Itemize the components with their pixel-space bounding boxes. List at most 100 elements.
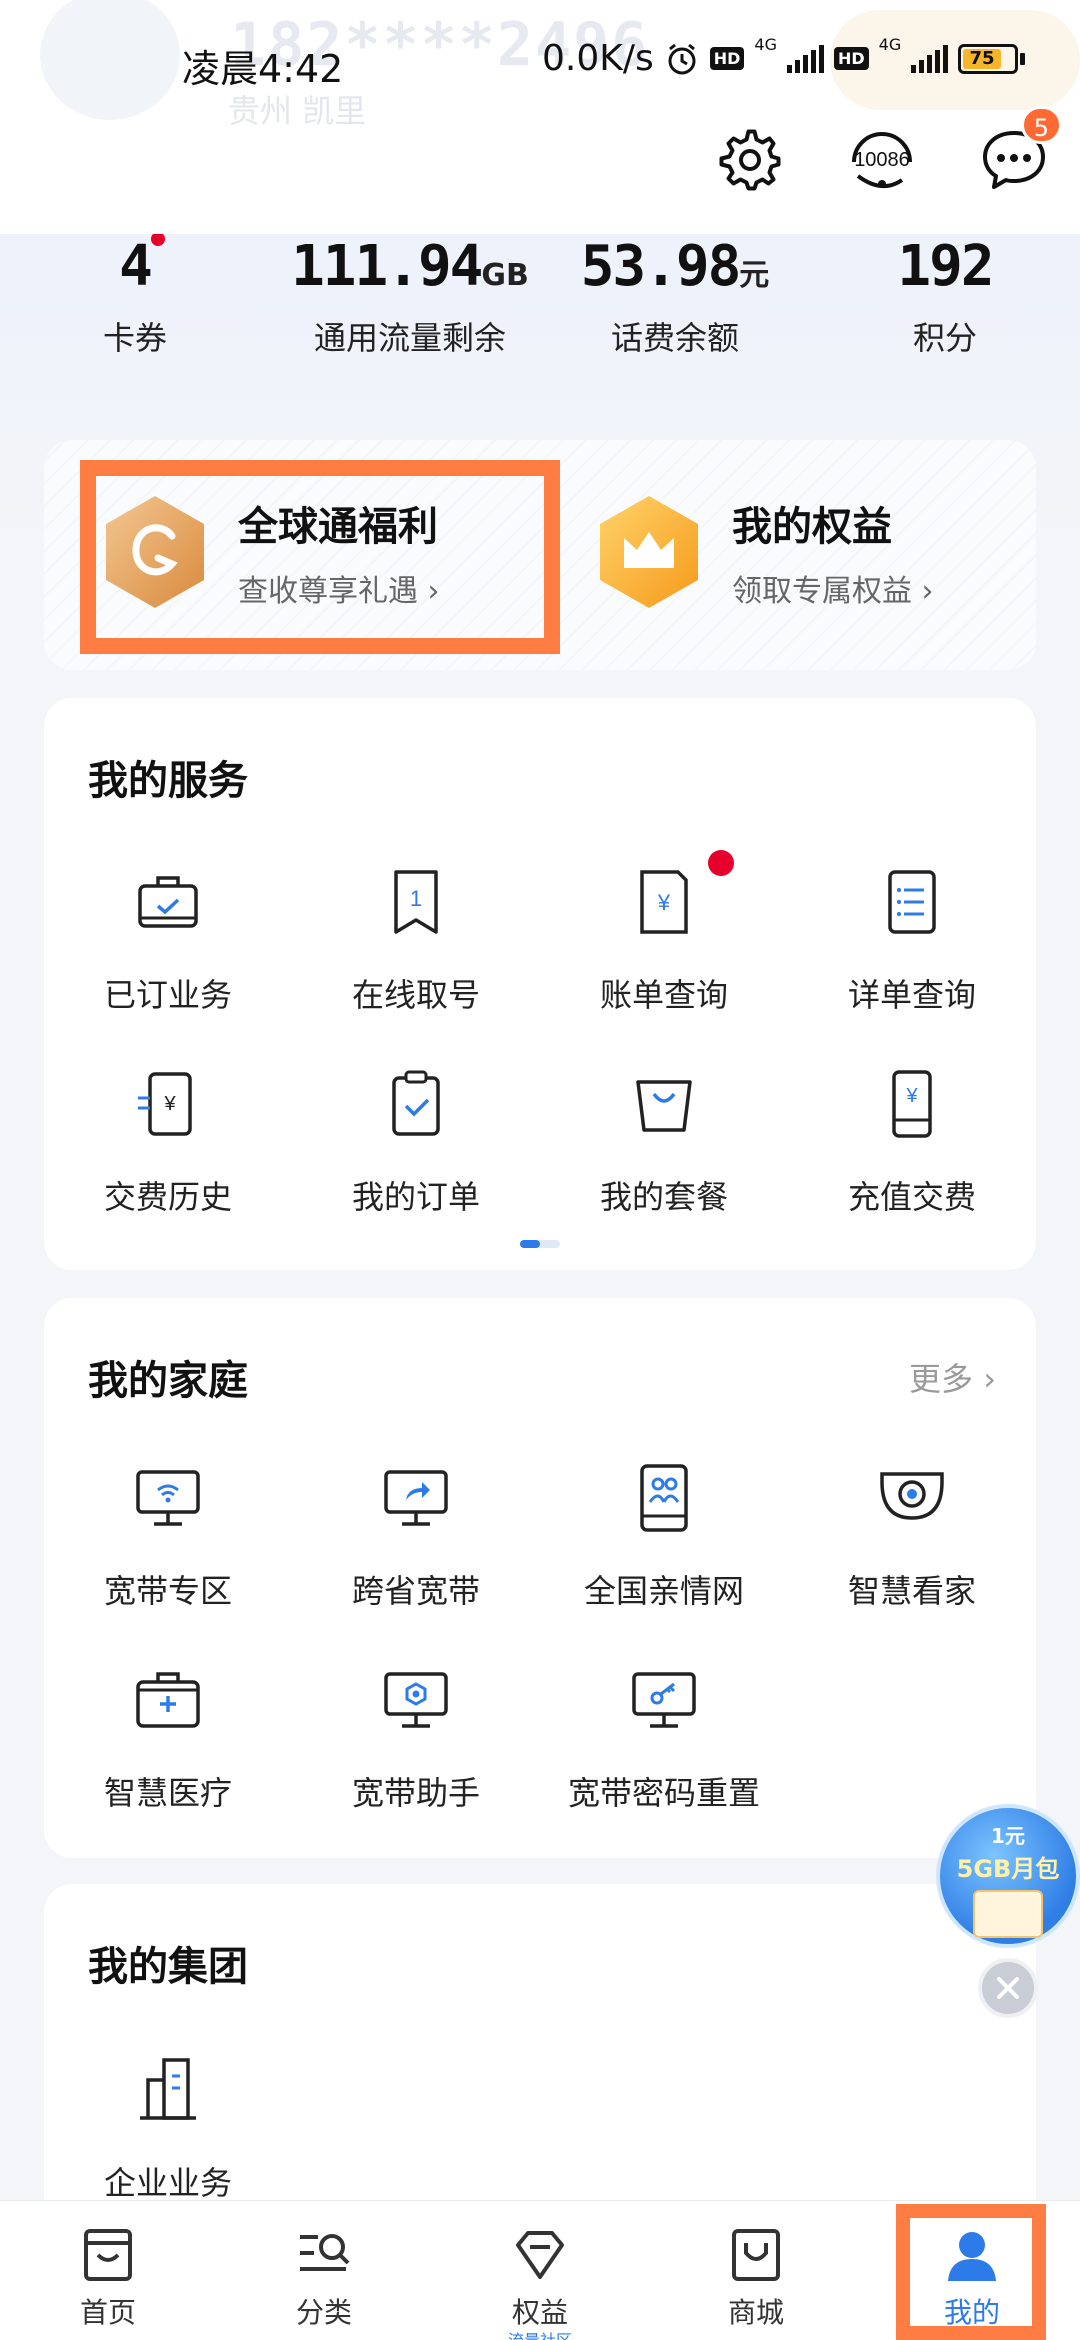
family-label: 全国亲情网 bbox=[583, 1572, 744, 1610]
status-time: 凌晨4:42 bbox=[182, 47, 344, 91]
notification-dot bbox=[150, 232, 165, 246]
family-label: 智慧看家 bbox=[847, 1572, 976, 1610]
family-item-password-reset[interactable]: 宽带密码重置 bbox=[540, 1660, 788, 1814]
key-monitor-icon bbox=[632, 1672, 696, 1728]
service-item-queue-number[interactable]: 1 在线取号 bbox=[292, 862, 540, 1016]
svg-text:1: 1 bbox=[410, 886, 422, 911]
camera-icon bbox=[880, 1472, 944, 1520]
shopping-bag-tab-icon bbox=[732, 2229, 780, 2281]
header-actions: 10086 5 bbox=[712, 106, 1062, 198]
page-indicator bbox=[520, 1240, 560, 1248]
group-item-enterprise[interactable]: 企业业务 bbox=[44, 2050, 292, 2204]
status-indicators: 0.0K/s HD 4G HD 4G 75 bbox=[542, 35, 1026, 79]
customer-service-button[interactable]: 10086 bbox=[844, 122, 920, 198]
stat-label: 积分 bbox=[912, 319, 977, 357]
promo-close-button[interactable] bbox=[978, 1958, 1038, 2018]
ticket-number-icon: 1 bbox=[394, 870, 438, 934]
medical-kit-icon bbox=[136, 1672, 200, 1728]
status-bar: 凌晨4:42 0.0K/s HD 4G HD 4G 75 bbox=[0, 20, 1080, 100]
family-item-medical[interactable]: 智慧医疗 bbox=[44, 1660, 292, 1814]
clipboard-check-icon bbox=[392, 1070, 440, 1136]
alarm-icon bbox=[668, 43, 696, 74]
signal-icon-2 bbox=[911, 44, 949, 73]
family-item-cross-province[interactable]: 跨省宽带 bbox=[292, 1458, 540, 1612]
home-store-icon bbox=[84, 2229, 132, 2281]
battery-icon: 75 bbox=[958, 43, 1026, 74]
messages-button[interactable]: 5 bbox=[976, 106, 1062, 198]
stat-value: 111.94 bbox=[291, 234, 483, 299]
stat-coupons[interactable]: 4 卡券 bbox=[60, 232, 210, 359]
gear-icon bbox=[719, 129, 781, 191]
tab-mall[interactable]: 商城 bbox=[648, 2201, 864, 2340]
services-card: 我的服务 已订业务 1 在线取号 ¥ 账单查询 详单查询 ¥ 交费历史 我的订单… bbox=[44, 698, 1036, 1270]
group-card: 我的集团 企业业务 bbox=[44, 1884, 1036, 2224]
family-card: 我的家庭 更多 › 宽带专区 跨省宽带 全国亲情网 智慧看家 智慧医疗 宽带助手… bbox=[44, 1298, 1036, 1858]
gift-box-icon bbox=[973, 1890, 1043, 1938]
tab-label: 商城 bbox=[727, 2296, 784, 2329]
service-item-my-plan[interactable]: 我的套餐 bbox=[540, 1064, 788, 1218]
category-search-icon bbox=[300, 2234, 350, 2271]
family-item-smart-home[interactable]: 智慧看家 bbox=[788, 1458, 1036, 1612]
benefit-subtitle: 领取专属权益 › bbox=[732, 574, 934, 609]
payment-history-icon: ¥ bbox=[138, 1072, 192, 1136]
stat-unit: GB bbox=[481, 258, 529, 293]
stat-value: 192 bbox=[897, 234, 994, 299]
service-item-my-orders[interactable]: 我的订单 bbox=[292, 1064, 540, 1218]
family-item-broadband[interactable]: 宽带专区 bbox=[44, 1458, 292, 1612]
tab-rights[interactable]: 权益 流量社区 bbox=[432, 2201, 648, 2340]
service-item-payment-history[interactable]: ¥ 交费历史 bbox=[44, 1064, 292, 1218]
family-more-link[interactable]: 更多 › bbox=[909, 1354, 996, 1400]
svg-text:¥: ¥ bbox=[657, 890, 671, 915]
family-item-broadband-assistant[interactable]: 宽带助手 bbox=[292, 1660, 540, 1814]
diamond-icon bbox=[516, 2231, 564, 2279]
stat-points[interactable]: 192 积分 bbox=[860, 234, 1030, 359]
highlight-box bbox=[896, 2204, 1046, 2340]
battery-level: 75 bbox=[963, 48, 1001, 69]
message-badge: 5 bbox=[1020, 106, 1062, 144]
stat-unit: 元 bbox=[739, 258, 770, 293]
stat-balance[interactable]: 53.98元 话费余额 bbox=[570, 234, 780, 359]
briefcase-check-icon bbox=[138, 876, 198, 928]
tab-label: 首页 bbox=[79, 2296, 136, 2329]
family-phone-icon bbox=[640, 1464, 688, 1532]
wifi-monitor-icon bbox=[136, 1470, 200, 1526]
stat-data-remaining[interactable]: 111.94GB 通用流量剩余 bbox=[270, 234, 550, 359]
svg-text:¥: ¥ bbox=[905, 1085, 918, 1107]
tab-category[interactable]: 分类 bbox=[216, 2201, 432, 2340]
building-icon bbox=[140, 2058, 196, 2120]
service-item-detail-query[interactable]: 详单查询 bbox=[788, 862, 1036, 1016]
svg-text:¥: ¥ bbox=[163, 1093, 176, 1115]
tab-home[interactable]: 首页 bbox=[0, 2201, 216, 2340]
close-icon bbox=[997, 1977, 1019, 1999]
account-stats: 4 卡券 111.94GB 通用流量剩余 53.98元 话费余额 192 积分 bbox=[0, 232, 1080, 374]
settings-button[interactable] bbox=[712, 122, 788, 198]
promo-floating-badge[interactable]: 1元 5GB月包 bbox=[936, 1804, 1080, 1948]
tab-sublabel: 流量社区 bbox=[432, 2327, 648, 2340]
bill-yen-icon: ¥ bbox=[640, 870, 688, 934]
phone-yen-icon: ¥ bbox=[892, 1070, 932, 1138]
section-title: 我的服务 bbox=[88, 758, 248, 804]
service-label: 详单查询 bbox=[847, 976, 976, 1014]
service-item-bill-query[interactable]: ¥ 账单查询 bbox=[540, 850, 788, 1016]
stat-label: 卡券 bbox=[102, 319, 167, 357]
service-label: 交费历史 bbox=[103, 1178, 232, 1216]
my-rights-entry[interactable]: 我的权益 领取专属权益 › bbox=[594, 492, 934, 612]
tab-label: 分类 bbox=[295, 2296, 352, 2329]
family-label: 跨省宽带 bbox=[351, 1572, 480, 1610]
service-label: 我的套餐 bbox=[599, 1178, 728, 1216]
tab-label: 权益 bbox=[511, 2296, 568, 2329]
family-item-family-network[interactable]: 全国亲情网 bbox=[540, 1458, 788, 1612]
share-monitor-icon bbox=[384, 1470, 448, 1526]
service-item-subscribed[interactable]: 已订业务 bbox=[44, 862, 292, 1016]
network-speed: 0.0K/s bbox=[542, 38, 654, 79]
notification-dot bbox=[708, 850, 734, 876]
promo-price: 1元 bbox=[991, 1824, 1025, 1848]
family-label: 宽带助手 bbox=[351, 1774, 480, 1812]
stat-label: 话费余额 bbox=[610, 319, 739, 357]
service-label: 充值交费 bbox=[847, 1178, 976, 1216]
stat-label: 通用流量剩余 bbox=[313, 319, 506, 357]
service-item-recharge[interactable]: ¥ 充值交费 bbox=[788, 1064, 1036, 1218]
service-number: 10086 bbox=[854, 149, 910, 171]
hd-icon-2: HD bbox=[834, 47, 869, 70]
service-label: 已订业务 bbox=[103, 976, 232, 1014]
